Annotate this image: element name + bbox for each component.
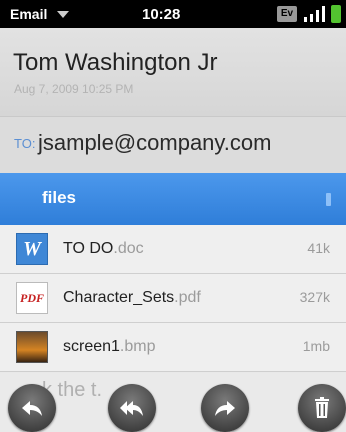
reply-icon [22, 401, 42, 416]
signal-strength-icon [304, 6, 325, 22]
delete-button[interactable] [298, 384, 346, 432]
recipient-address[interactable]: jsample@company.com [38, 130, 271, 156]
attachments-header-label: files [42, 188, 77, 207]
network-type-badge: Ev [277, 6, 297, 22]
collapse-handle-icon[interactable] [326, 193, 331, 206]
reply-all-button[interactable] [108, 384, 156, 432]
reply-button[interactable] [8, 384, 56, 432]
attachment-name: Character_Sets [63, 289, 175, 306]
delete-icon [315, 397, 329, 418]
attachment-name: TO DO [63, 240, 114, 257]
message-header: Tom Washington Jr Aug 7, 2009 10:25 PM [0, 28, 346, 117]
app-menu-caret-icon[interactable] [57, 11, 69, 18]
clock: 10:28 [142, 6, 181, 23]
to-label: TO: [14, 136, 36, 151]
battery-icon [331, 5, 341, 23]
forward-button[interactable] [201, 384, 249, 432]
pdf-icon: PDF [16, 282, 48, 314]
message-date: Aug 7, 2009 10:25 PM [14, 82, 134, 96]
image-icon [16, 331, 48, 363]
attachment-ext: .pdf [174, 289, 201, 306]
attachment-row[interactable]: W TO DO.doc 41k [0, 225, 346, 274]
app-name[interactable]: Email [10, 6, 47, 22]
reply-all-icon [120, 401, 143, 416]
forward-icon [215, 401, 235, 416]
attachment-row[interactable]: screen1.bmp 1mb [0, 323, 346, 372]
attachment-size: 41k [307, 240, 330, 256]
attachment-filename: TO DO.doc [63, 240, 144, 258]
attachment-row[interactable]: PDF Character_Sets.pdf 327k [0, 274, 346, 323]
attachment-size: 1mb [302, 338, 330, 354]
attachment-size: 327k [299, 289, 330, 305]
attachment-ext: .doc [113, 240, 144, 257]
attachments-header[interactable]: files [0, 173, 346, 225]
sender-name[interactable]: Tom Washington Jr [13, 49, 218, 77]
attachment-filename: Character_Sets.pdf [63, 289, 201, 307]
attachment-name: screen1 [63, 338, 120, 355]
recipient-row[interactable]: TO: jsample@company.com [0, 117, 346, 173]
word-doc-icon: W [16, 233, 48, 265]
attachment-ext: .bmp [119, 338, 156, 355]
status-bar: Email 10:28 Ev [0, 0, 346, 28]
attachment-filename: screen1.bmp [63, 338, 156, 356]
